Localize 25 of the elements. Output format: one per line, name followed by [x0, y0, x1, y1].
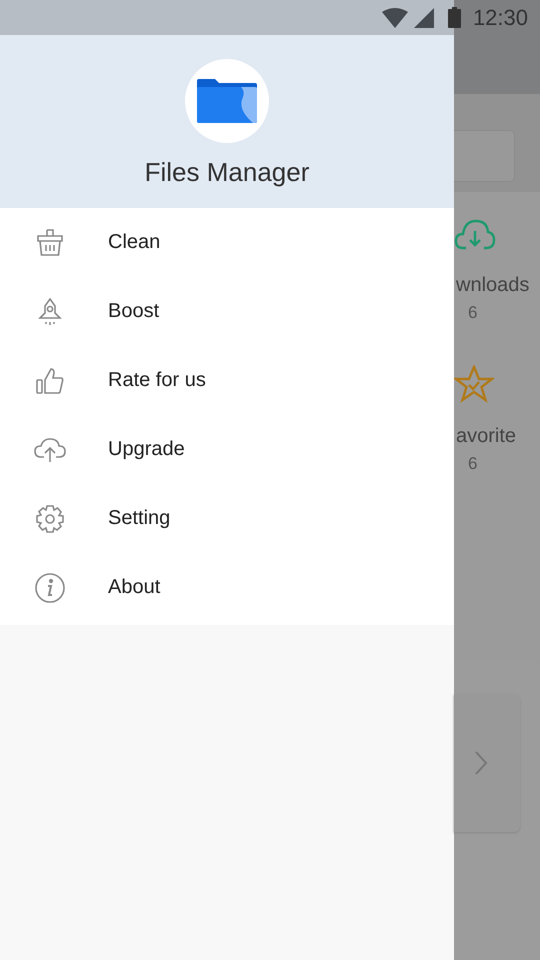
rocket-icon [37, 298, 63, 326]
settings-icon [36, 504, 64, 532]
menu-item[interactable]: Clean [0, 208, 454, 277]
clock-time: 12:30 [472, 4, 528, 30]
info-icon [35, 572, 65, 602]
menu-item[interactable]: Upgrade [0, 415, 454, 484]
menu-item[interactable]: Setting [0, 484, 454, 553]
battery-icon [448, 7, 461, 28]
cloud-upload-icon [34, 436, 66, 462]
signal-icon [414, 8, 434, 28]
thumbs-up-icon [36, 366, 64, 394]
file-count: 6 [468, 454, 478, 474]
file-count: 6 [468, 303, 478, 323]
menu-item[interactable]: Rate for us [0, 346, 454, 415]
folder-icon [197, 79, 257, 123]
basket-icon [37, 228, 63, 256]
category-label: avorite [456, 425, 516, 448]
star-icon [454, 365, 494, 403]
chevron-right-icon [474, 750, 488, 776]
cloud-download-icon [454, 218, 496, 252]
category-label: wnloads [456, 274, 530, 297]
menu-item[interactable]: About [0, 553, 454, 622]
menu-item[interactable]: Boost [0, 277, 454, 346]
wifi-icon [382, 8, 408, 28]
app-title: Files Manager [144, 157, 310, 188]
